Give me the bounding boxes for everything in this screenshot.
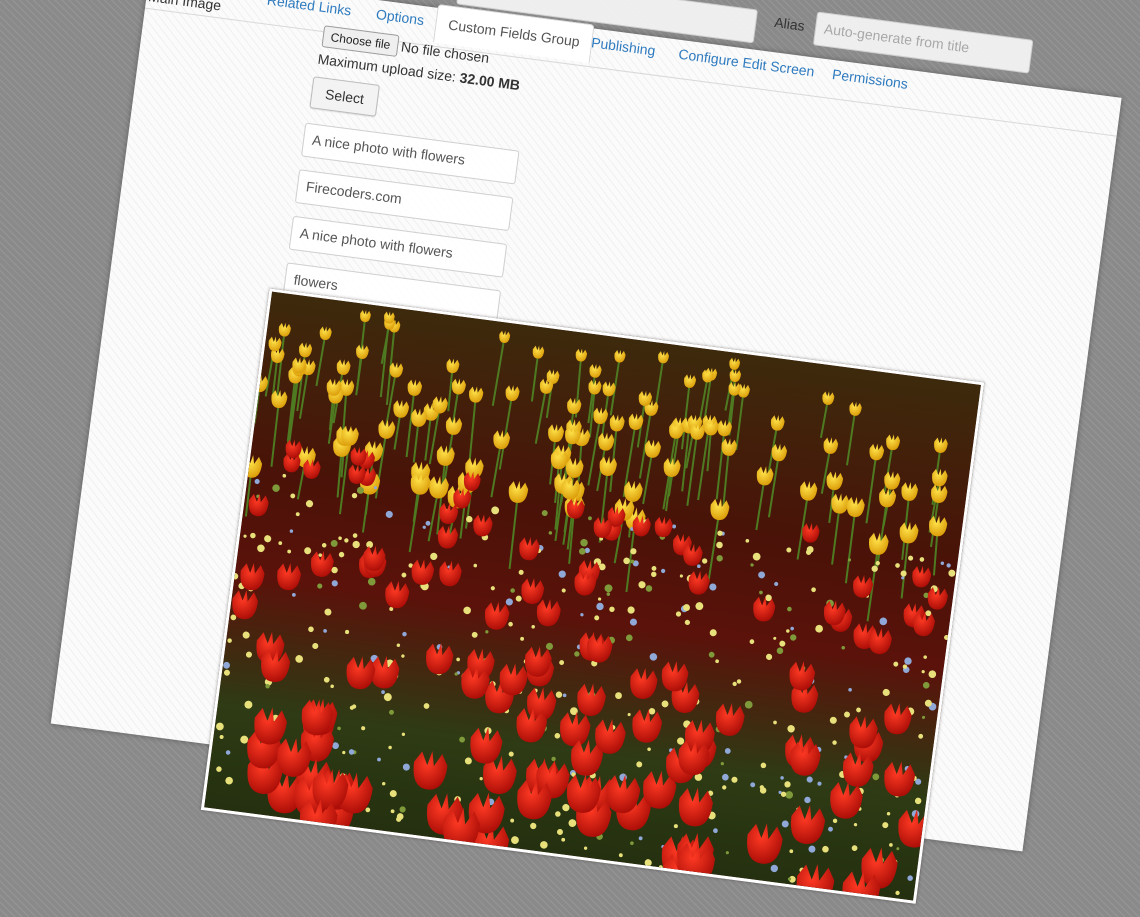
tab-publishing[interactable]: Publishing — [590, 34, 656, 58]
select-button[interactable]: Select — [309, 76, 380, 117]
tulip-field-image — [204, 291, 981, 904]
image-preview — [200, 288, 985, 904]
alias-label: Alias — [773, 14, 806, 34]
max-upload-value: 32.00 MB — [458, 69, 522, 94]
admin-panel: Related Links Options Custom Fields Grou… — [50, 0, 1122, 904]
tab-options[interactable]: Options — [375, 6, 425, 28]
tab-permissions[interactable]: Permissions — [831, 66, 909, 92]
tab-configure-edit-screen[interactable]: Configure Edit Screen — [678, 46, 816, 80]
tab-related-links[interactable]: Related Links — [266, 0, 352, 19]
